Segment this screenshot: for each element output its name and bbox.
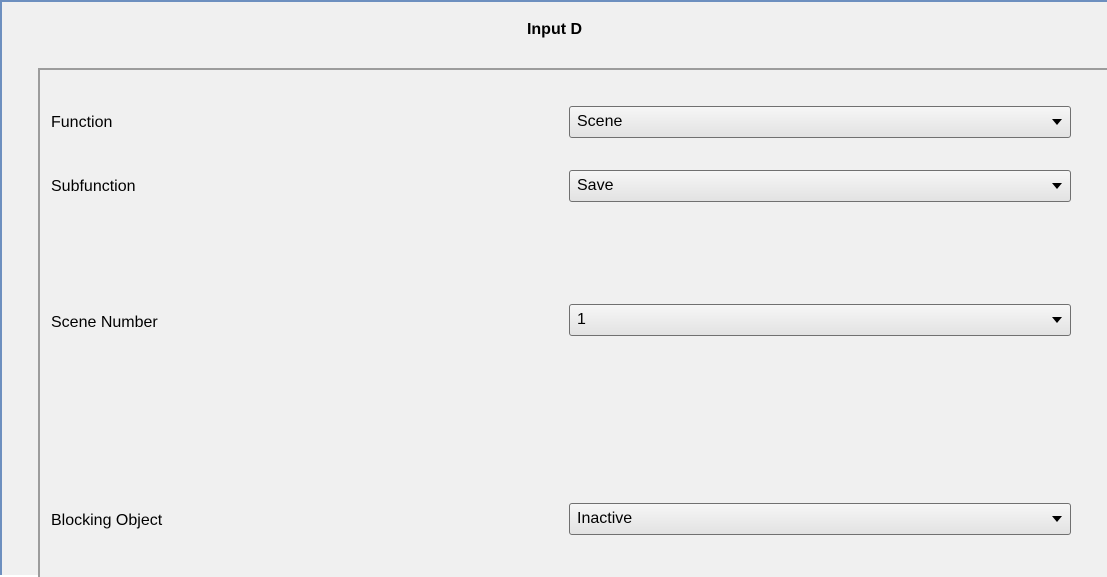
window-header: Input D — [2, 2, 1107, 62]
param-label-subfunction: Subfunction — [51, 178, 136, 195]
parameter-window: Input D Function Scene Subfunction Save … — [0, 0, 1107, 577]
param-label-blocking-object: Blocking Object — [51, 512, 163, 529]
blocking-object-dropdown-value: Inactive — [577, 510, 633, 527]
param-label-function: Function — [51, 114, 113, 131]
function-dropdown-value: Scene — [577, 113, 623, 130]
chevron-down-icon — [1052, 183, 1062, 189]
chevron-down-icon — [1052, 119, 1062, 125]
scene-number-dropdown[interactable]: 1 — [569, 304, 1071, 336]
subfunction-dropdown-value: Save — [577, 177, 614, 194]
function-dropdown[interactable]: Scene — [569, 106, 1071, 138]
subfunction-dropdown[interactable]: Save — [569, 170, 1071, 202]
scene-number-dropdown-value: 1 — [577, 311, 586, 328]
window-title: Input D — [526, 21, 583, 38]
blocking-object-dropdown[interactable]: Inactive — [569, 503, 1071, 535]
chevron-down-icon — [1052, 317, 1062, 323]
param-label-scene-number: Scene Number — [51, 314, 158, 331]
chevron-down-icon — [1052, 516, 1062, 522]
